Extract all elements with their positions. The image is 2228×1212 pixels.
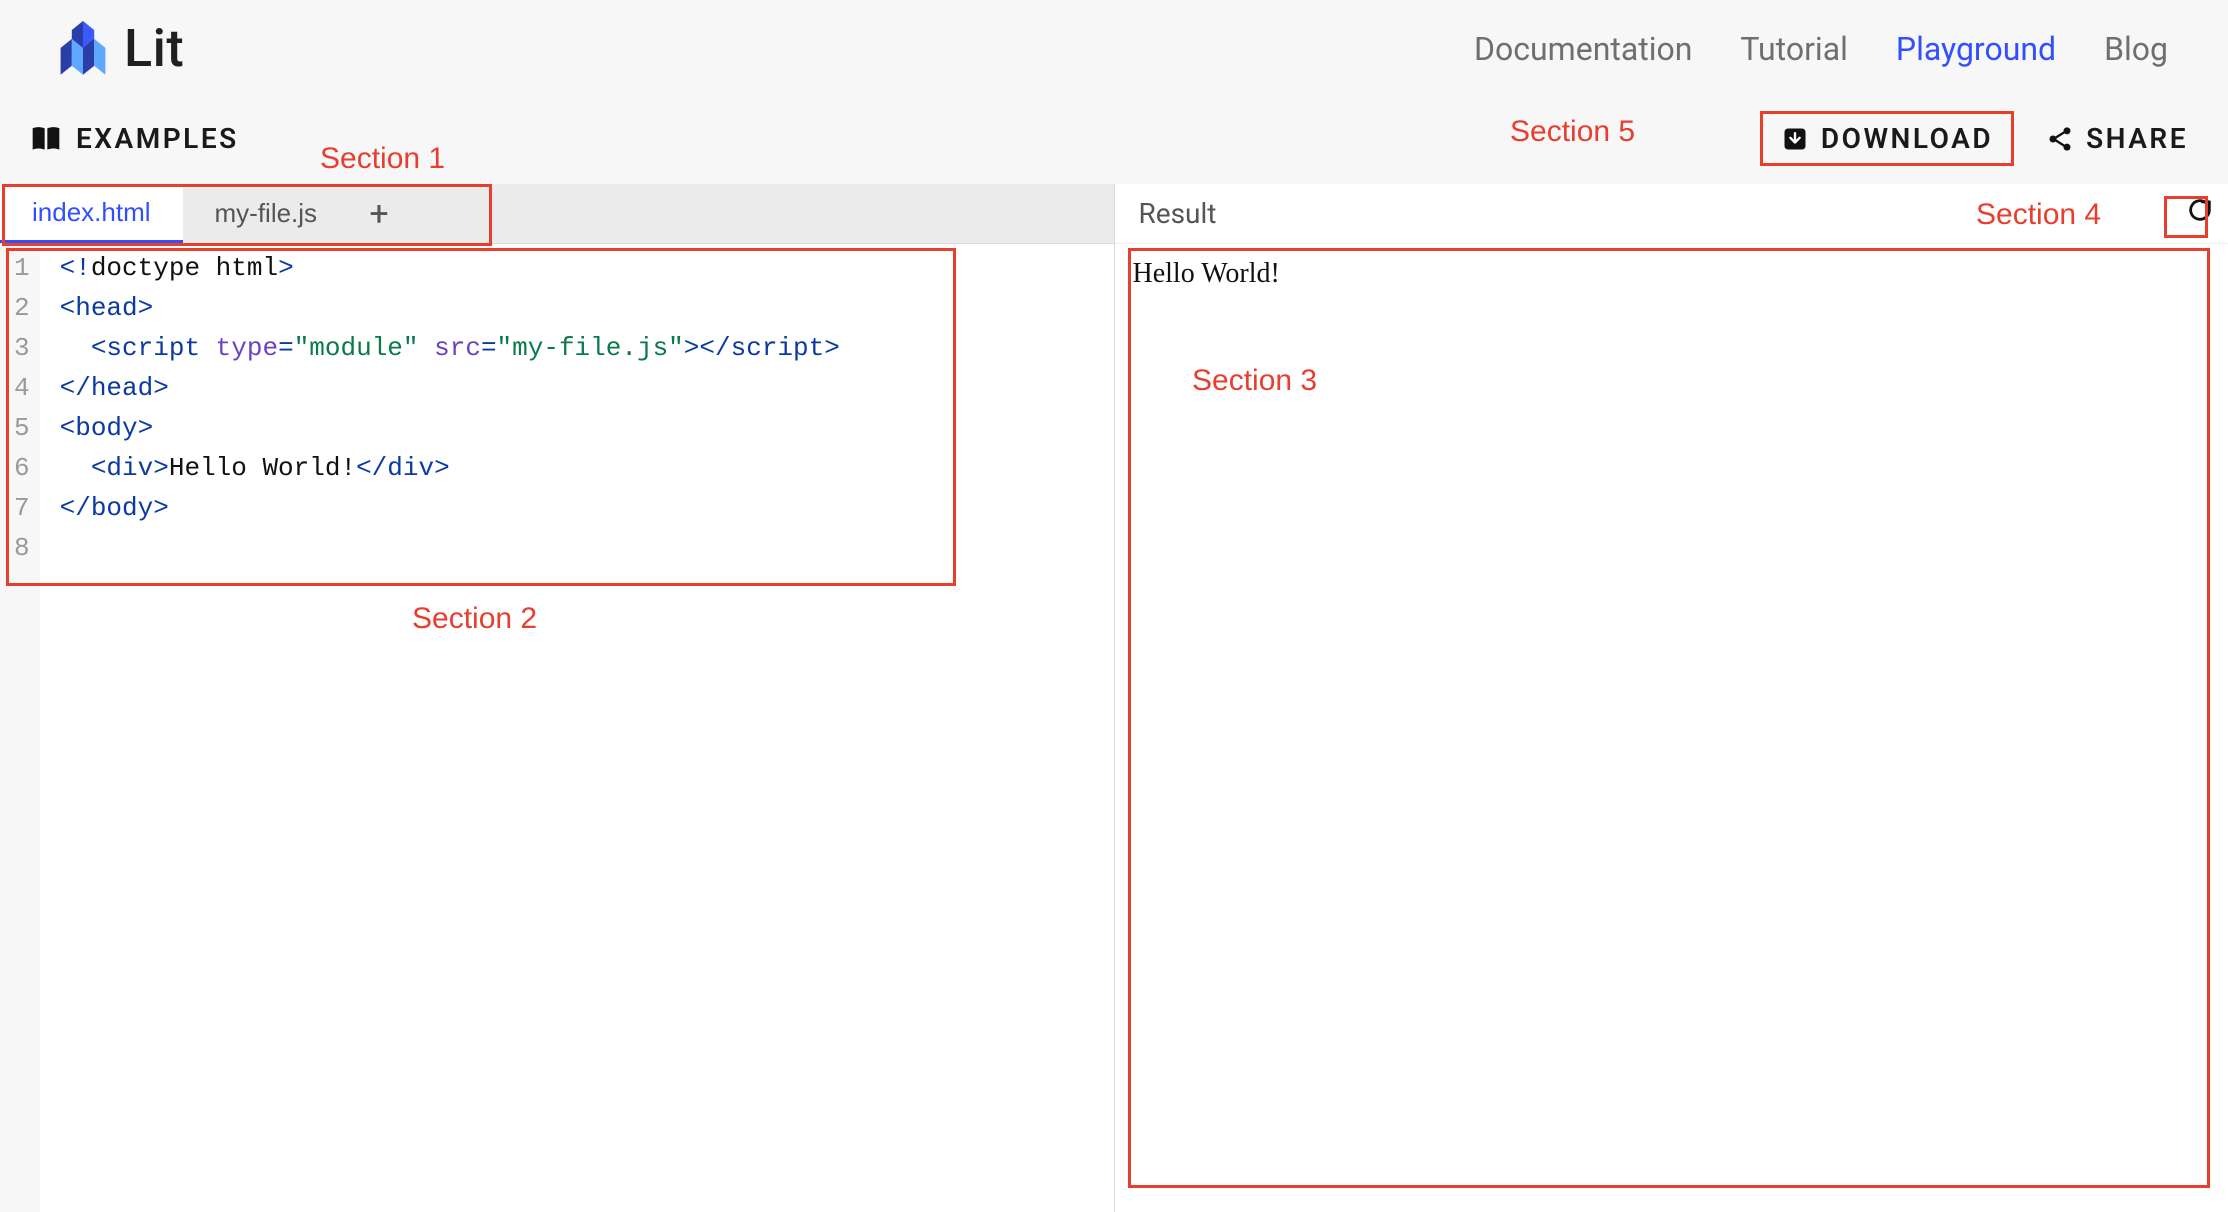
share-label: SHARE — [2086, 122, 2188, 155]
code-line[interactable]: <div>Hello World!</div> — [60, 448, 840, 488]
brand-name: Lit — [124, 18, 184, 79]
code-content[interactable]: <!doctype html><head> <script type="modu… — [40, 244, 860, 1212]
nav-link-tutorial[interactable]: Tutorial — [1740, 30, 1847, 68]
download-icon — [1781, 125, 1809, 153]
line-number: 5 — [14, 408, 30, 448]
examples-label: EXAMPLES — [76, 122, 239, 155]
playground-toolbar: EXAMPLES DOWNLOAD SHARE Section 5 — [0, 101, 2228, 184]
code-line[interactable] — [60, 528, 840, 568]
line-number: 8 — [14, 528, 30, 568]
line-number-gutter: 12345678 — [0, 244, 40, 1212]
result-title: Result — [1139, 197, 1217, 230]
add-tab-button[interactable]: + — [349, 184, 409, 243]
line-number: 1 — [14, 248, 30, 288]
tab-my-file-js[interactable]: my-file.js — [183, 184, 350, 243]
main-nav: Documentation Tutorial Playground Blog — [1474, 30, 2168, 68]
lit-logo-icon — [60, 21, 106, 77]
examples-button[interactable]: EXAMPLES — [30, 122, 239, 155]
code-line[interactable]: <head> — [60, 288, 840, 328]
file-tabs: index.html my-file.js + — [0, 184, 1114, 244]
line-number: 6 — [14, 448, 30, 488]
result-header: Result — [1115, 184, 2228, 244]
code-editor[interactable]: 12345678 <!doctype html><head> <script t… — [0, 244, 1114, 1212]
download-button[interactable]: DOWNLOAD — [1760, 111, 2014, 166]
download-label: DOWNLOAD — [1821, 122, 1993, 155]
result-pane: Result Hello World! — [1115, 184, 2228, 1212]
line-number: 4 — [14, 368, 30, 408]
code-line[interactable]: <script type="module" src="my-file.js"><… — [60, 328, 840, 368]
reload-button[interactable] — [2186, 196, 2214, 231]
line-number: 3 — [14, 328, 30, 368]
editor-pane: index.html my-file.js + 12345678 <!docty… — [0, 184, 1115, 1212]
book-icon — [30, 125, 62, 153]
brand[interactable]: Lit — [60, 18, 184, 79]
code-line[interactable]: </body> — [60, 488, 840, 528]
line-number: 7 — [14, 488, 30, 528]
annotation-section5: Section 5 — [1510, 115, 1635, 149]
tab-index-html[interactable]: index.html — [0, 184, 183, 243]
code-line[interactable]: </head> — [60, 368, 840, 408]
reload-icon — [2186, 196, 2214, 224]
nav-link-playground[interactable]: Playground — [1896, 30, 2056, 68]
share-button[interactable]: SHARE — [2046, 122, 2188, 155]
workspace: index.html my-file.js + 12345678 <!docty… — [0, 184, 2228, 1212]
code-line[interactable]: <body> — [60, 408, 840, 448]
line-number: 2 — [14, 288, 30, 328]
nav-link-blog[interactable]: Blog — [2104, 30, 2168, 68]
result-output: Hello World! — [1115, 244, 2228, 1212]
site-header: Lit Documentation Tutorial Playground Bl… — [0, 0, 2228, 101]
code-line[interactable]: <!doctype html> — [60, 248, 840, 288]
nav-link-documentation[interactable]: Documentation — [1474, 30, 1692, 68]
share-icon — [2046, 125, 2074, 153]
